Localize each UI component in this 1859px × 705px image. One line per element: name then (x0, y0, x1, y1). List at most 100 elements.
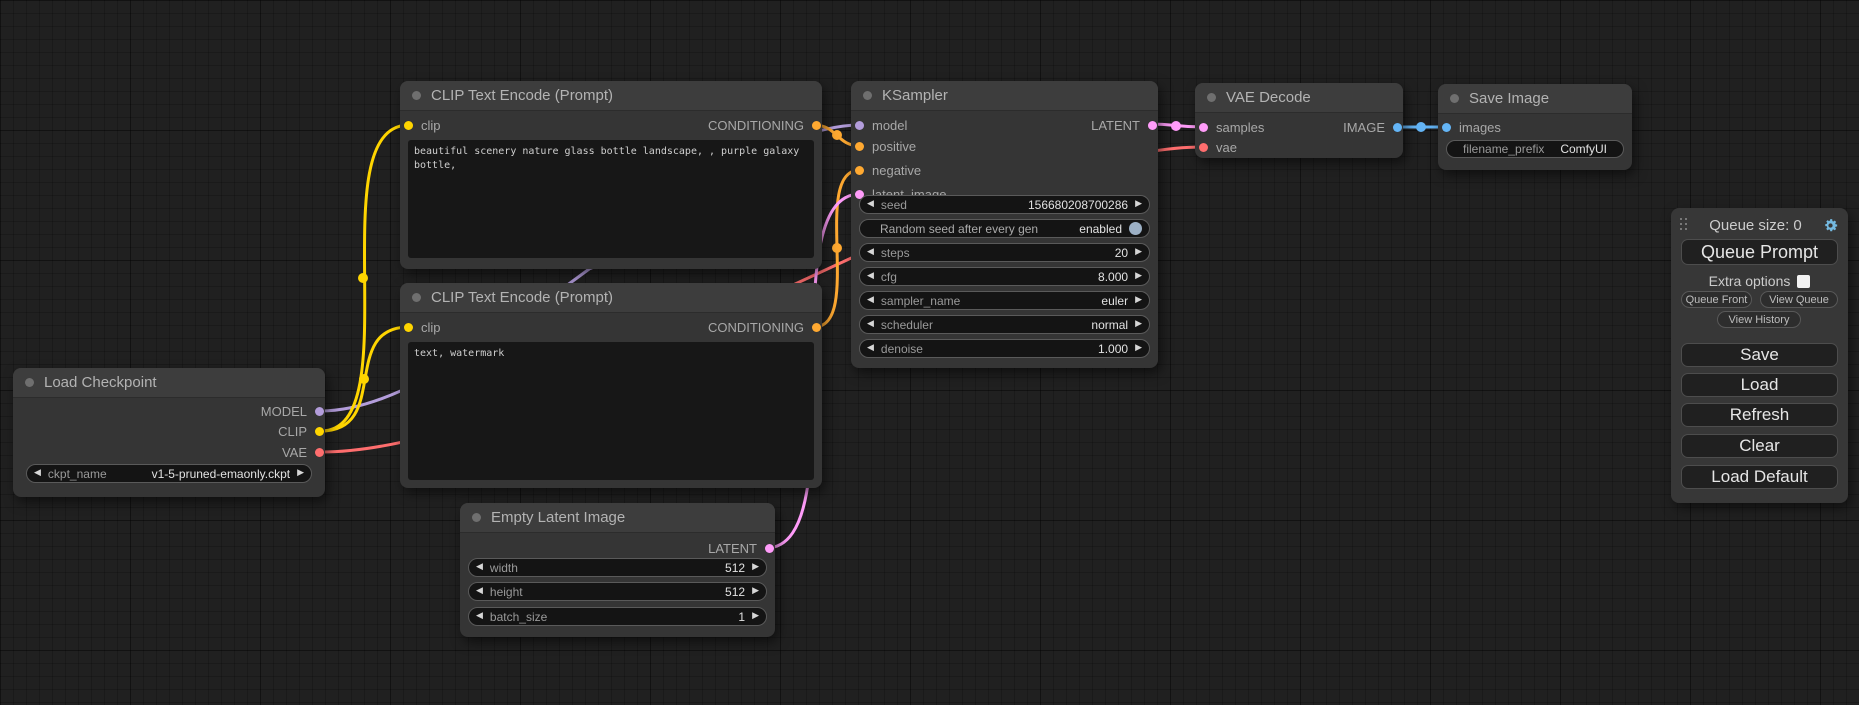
output-slot-clip[interactable]: CLIP (278, 422, 324, 440)
decrement-icon[interactable]: ◀ (476, 563, 483, 572)
input-slot-vae[interactable]: vae (1199, 138, 1237, 156)
widget-filename-prefix[interactable]: filename_prefix ComfyUI (1446, 140, 1624, 158)
node-ksampler[interactable]: KSampler model LATENT positive negative … (851, 81, 1158, 368)
link-midpoint-dot[interactable] (832, 130, 842, 140)
slot-dot-icon[interactable] (315, 448, 324, 457)
node-title-bar[interactable]: Load Checkpoint (13, 368, 325, 398)
node-title-bar[interactable]: CLIP Text Encode (Prompt) (400, 283, 822, 313)
load-button[interactable]: Load (1681, 373, 1838, 397)
decrement-icon[interactable]: ◀ (867, 272, 874, 281)
increment-icon[interactable]: ▶ (752, 563, 759, 572)
widget-ckpt-name[interactable]: ◀ ckpt_name v1-5-pruned-emaonly.ckpt ▶ (26, 464, 312, 483)
output-slot-image[interactable]: IMAGE (1343, 118, 1402, 136)
increment-icon[interactable]: ▶ (1135, 248, 1142, 257)
decrement-icon[interactable]: ◀ (867, 200, 874, 209)
drag-handle-icon[interactable] (1680, 218, 1689, 232)
output-slot-conditioning[interactable]: CONDITIONING (708, 116, 821, 134)
input-slot-negative[interactable]: negative (855, 161, 921, 179)
collapse-dot-icon[interactable] (1450, 94, 1459, 103)
slot-dot-icon[interactable] (404, 121, 413, 130)
increment-icon[interactable]: ▶ (1135, 344, 1142, 353)
slot-dot-icon[interactable] (855, 166, 864, 175)
prompt-textarea[interactable]: text, watermark (408, 342, 814, 480)
node-clip-text-encode-negative[interactable]: CLIP Text Encode (Prompt) clip CONDITION… (400, 283, 822, 488)
slot-dot-icon[interactable] (855, 142, 864, 151)
decrement-icon[interactable]: ◀ (867, 248, 874, 257)
input-slot-images[interactable]: images (1442, 118, 1501, 136)
output-slot-model[interactable]: MODEL (261, 402, 324, 420)
slot-dot-icon[interactable] (1393, 123, 1402, 132)
node-title-bar[interactable]: Empty Latent Image (460, 503, 775, 533)
load-default-button[interactable]: Load Default (1681, 465, 1838, 489)
widget-sampler-name[interactable]: ◀ sampler_name euler ▶ (859, 291, 1150, 310)
slot-dot-icon[interactable] (812, 323, 821, 332)
save-button[interactable]: Save (1681, 343, 1838, 367)
collapse-dot-icon[interactable] (412, 293, 421, 302)
slot-dot-icon[interactable] (1148, 121, 1157, 130)
increment-icon[interactable]: ▶ (752, 587, 759, 596)
collapse-dot-icon[interactable] (412, 91, 421, 100)
link-midpoint-dot[interactable] (359, 374, 369, 384)
node-empty-latent-image[interactable]: Empty Latent Image LATENT ◀ width 512 ▶ … (460, 503, 775, 637)
slot-dot-icon[interactable] (855, 121, 864, 130)
extra-options-checkbox[interactable] (1797, 275, 1810, 288)
increment-icon[interactable]: ▶ (1135, 320, 1142, 329)
link-midpoint-dot[interactable] (832, 243, 842, 253)
node-title-bar[interactable]: Save Image (1438, 84, 1632, 114)
slot-dot-icon[interactable] (1442, 123, 1451, 132)
slot-dot-icon[interactable] (404, 323, 413, 332)
node-load-checkpoint[interactable]: Load Checkpoint MODEL CLIP VAE ◀ ckpt_na… (13, 368, 325, 497)
increment-icon[interactable]: ▶ (1135, 272, 1142, 281)
slot-dot-icon[interactable] (812, 121, 821, 130)
node-title-bar[interactable]: KSampler (851, 81, 1158, 111)
view-history-button[interactable]: View History (1717, 311, 1801, 328)
output-slot-latent[interactable]: LATENT (1091, 116, 1157, 134)
input-slot-model[interactable]: model (855, 116, 907, 134)
output-slot-latent[interactable]: LATENT (708, 539, 774, 557)
node-save-image[interactable]: Save Image images filename_prefix ComfyU… (1438, 84, 1632, 170)
toggle-circle-icon[interactable] (1129, 222, 1142, 235)
increment-icon[interactable]: ▶ (297, 469, 304, 478)
increment-icon[interactable]: ▶ (752, 612, 759, 621)
slot-dot-icon[interactable] (765, 544, 774, 553)
collapse-dot-icon[interactable] (25, 378, 34, 387)
decrement-icon[interactable]: ◀ (867, 320, 874, 329)
collapse-dot-icon[interactable] (1207, 93, 1216, 102)
clear-button[interactable]: Clear (1681, 434, 1838, 458)
widget-random-seed-toggle[interactable]: Random seed after every gen enabled (859, 219, 1150, 238)
output-slot-vae[interactable]: VAE (282, 443, 324, 461)
collapse-dot-icon[interactable] (863, 91, 872, 100)
widget-width[interactable]: ◀ width 512 ▶ (468, 558, 767, 577)
increment-icon[interactable]: ▶ (1135, 200, 1142, 209)
output-slot-conditioning[interactable]: CONDITIONING (708, 318, 821, 336)
decrement-icon[interactable]: ◀ (476, 612, 483, 621)
widget-cfg[interactable]: ◀ cfg 8.000 ▶ (859, 267, 1150, 286)
decrement-icon[interactable]: ◀ (867, 344, 874, 353)
widget-scheduler[interactable]: ◀ scheduler normal ▶ (859, 315, 1150, 334)
slot-dot-icon[interactable] (1199, 123, 1208, 132)
decrement-icon[interactable]: ◀ (867, 296, 874, 305)
widget-seed[interactable]: ◀ seed 156680208700286 ▶ (859, 195, 1150, 214)
prompt-textarea[interactable]: beautiful scenery nature glass bottle la… (408, 140, 814, 258)
slot-dot-icon[interactable] (315, 427, 324, 436)
node-title-bar[interactable]: VAE Decode (1195, 83, 1403, 113)
input-slot-positive[interactable]: positive (855, 137, 916, 155)
node-title-bar[interactable]: CLIP Text Encode (Prompt) (400, 81, 822, 111)
slot-dot-icon[interactable] (315, 407, 324, 416)
queue-menu-panel[interactable]: Queue size: 0 Queue Prompt Extra options… (1671, 208, 1848, 503)
input-slot-clip[interactable]: clip (404, 318, 441, 336)
increment-icon[interactable]: ▶ (1135, 296, 1142, 305)
link-midpoint-dot[interactable] (358, 273, 368, 283)
widget-height[interactable]: ◀ height 512 ▶ (468, 582, 767, 601)
decrement-icon[interactable]: ◀ (34, 469, 41, 478)
collapse-dot-icon[interactable] (472, 513, 481, 522)
decrement-icon[interactable]: ◀ (476, 587, 483, 596)
settings-gear-icon[interactable] (1822, 217, 1839, 234)
node-vae-decode[interactable]: VAE Decode samples IMAGE vae (1195, 83, 1403, 158)
widget-denoise[interactable]: ◀ denoise 1.000 ▶ (859, 339, 1150, 358)
slot-dot-icon[interactable] (1199, 143, 1208, 152)
node-clip-text-encode-positive[interactable]: CLIP Text Encode (Prompt) clip CONDITION… (400, 81, 822, 269)
queue-front-button[interactable]: Queue Front (1681, 291, 1752, 308)
link-midpoint-dot[interactable] (1171, 121, 1181, 131)
input-slot-clip[interactable]: clip (404, 116, 441, 134)
